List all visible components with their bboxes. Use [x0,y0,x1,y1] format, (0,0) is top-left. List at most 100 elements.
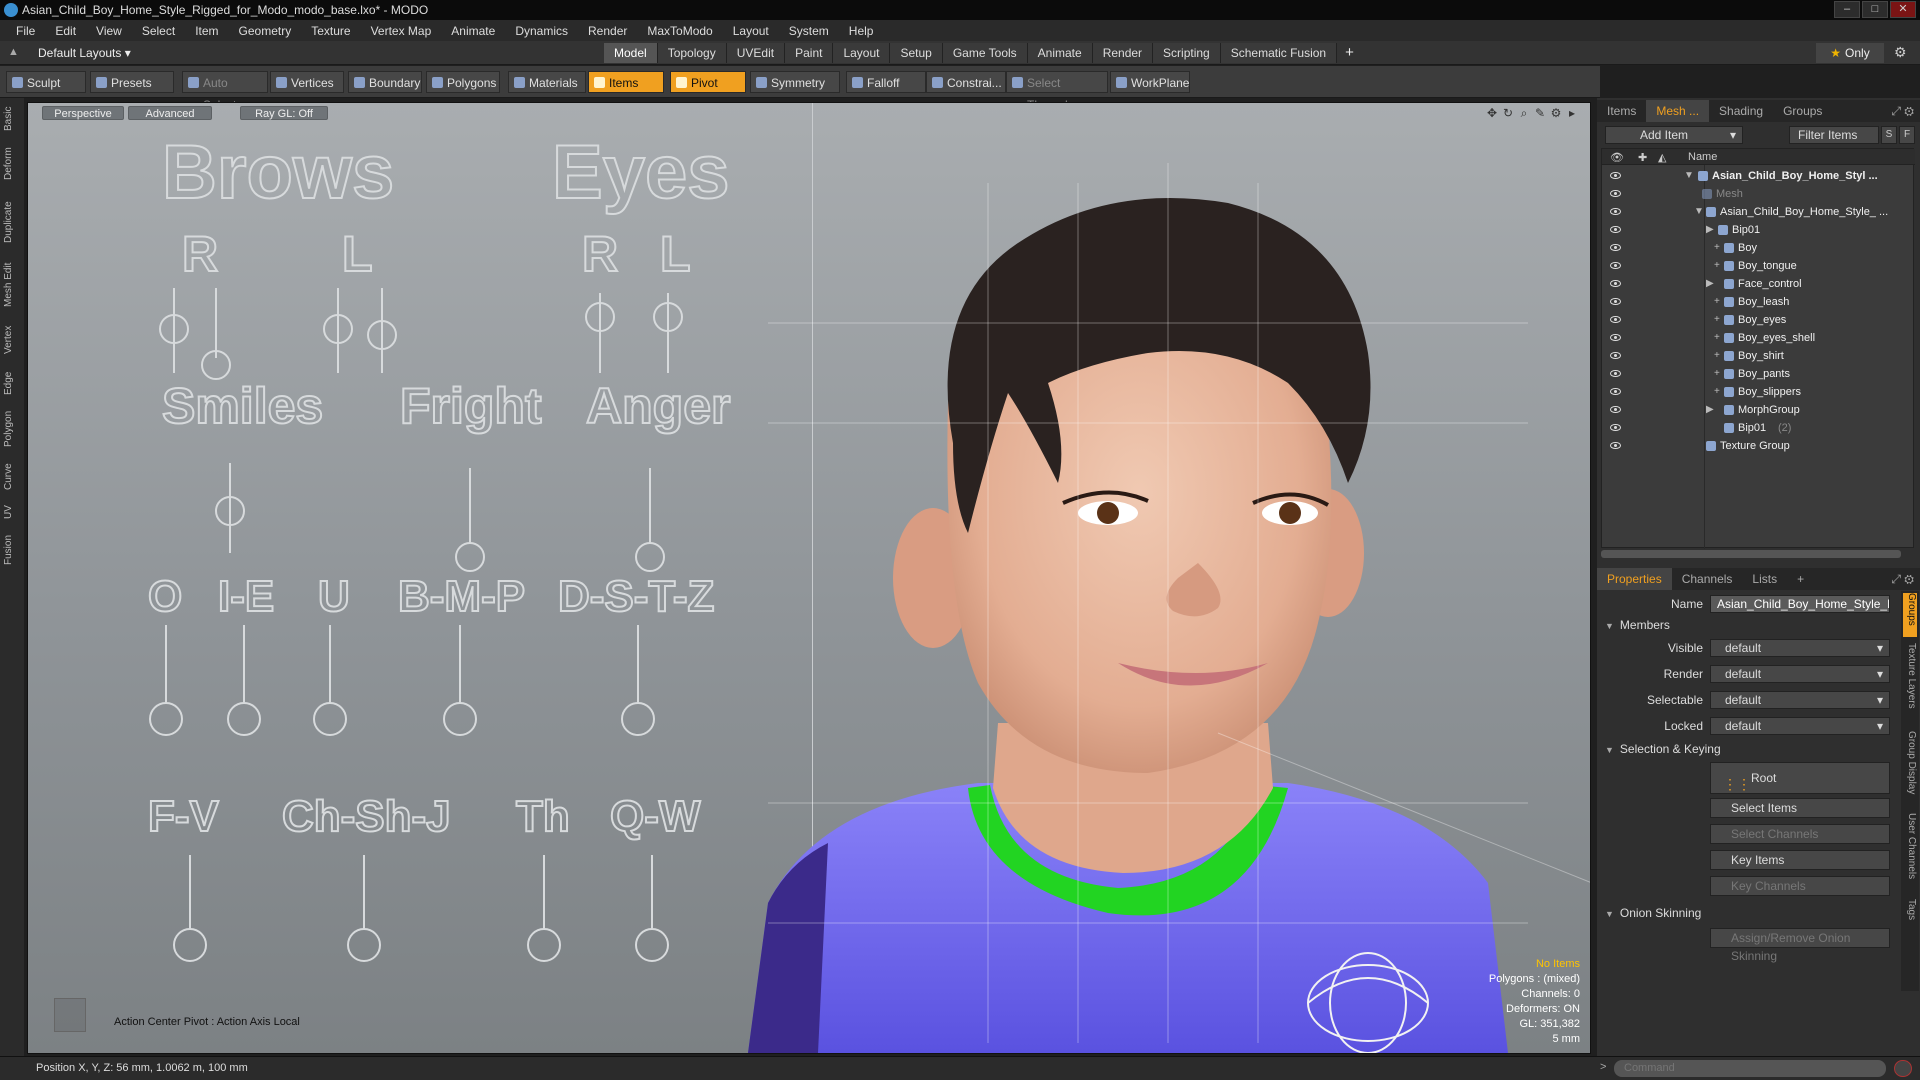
list-item[interactable]: + Boy_leash [1602,293,1915,311]
presets-button[interactable]: Presets [90,71,174,93]
zoom-view-icon[interactable]: ⌕ [1516,106,1532,120]
side-tab-tags[interactable]: Tags [1903,899,1917,929]
only-button[interactable]: ★ Only [1816,43,1884,63]
eye-icon[interactable] [1610,316,1621,323]
list-item[interactable]: + Boy_pants [1602,365,1915,383]
members-section[interactable]: ▼ Members [1605,618,1670,632]
fit-view-icon[interactable]: ✎ [1532,106,1548,120]
panel-options-icon[interactable]: ⤢ ⚙ [1891,572,1920,587]
select-items-button[interactable]: Select Items [1710,798,1890,818]
list-item[interactable]: ▶ Face_control [1602,275,1915,293]
tab-shading[interactable]: Shading [1709,100,1773,122]
s-button[interactable]: S [1881,126,1897,144]
list-item[interactable]: ▶ MorphGroup [1602,401,1915,419]
menu-layout[interactable]: Layout [723,24,779,38]
materials-button[interactable]: Materials [508,71,586,93]
expand-icon[interactable]: ▶ [1706,275,1716,293]
close-button[interactable]: ✕ [1890,1,1916,18]
side-tab-texture-layers[interactable]: Texture Layers [1903,643,1917,723]
list-item[interactable]: Texture Group [1602,437,1915,455]
minimize-button[interactable]: – [1834,1,1860,18]
tab-mesh[interactable]: Mesh ... [1646,100,1710,122]
constrain-button[interactable]: Constrai... [926,71,1006,93]
list-item[interactable]: + Boy_eyes [1602,311,1915,329]
collapse-icon[interactable]: ▼ [1694,203,1704,221]
menu-dynamics[interactable]: Dynamics [505,24,578,38]
tab-topology[interactable]: Topology [657,43,727,63]
menu-geometry[interactable]: Geometry [229,24,302,38]
pivot-button[interactable]: Pivot [670,71,746,93]
tab-items[interactable]: Items [1597,100,1646,122]
tab-curve[interactable]: Curve [3,460,21,494]
f-button[interactable]: F [1899,126,1915,144]
select-through-button[interactable]: Select Through [1006,71,1108,112]
viewport-gear-icon[interactable]: ⚙ [1548,106,1564,120]
collapse-icon[interactable]: ▼ [1684,167,1694,185]
onion-skinning-section[interactable]: ▼ Onion Skinning [1605,906,1701,920]
tab-uv[interactable]: UV [3,502,21,522]
menu-vertex-map[interactable]: Vertex Map [361,24,442,38]
tab-render[interactable]: Render [1092,43,1154,63]
menu-file[interactable]: File [6,24,45,38]
eye-icon[interactable] [1610,244,1621,251]
expand-icon[interactable]: + [1714,311,1724,329]
gear-icon[interactable]: ⚙ [1894,44,1907,61]
polygons-button[interactable]: Polygons [426,71,500,93]
eye-icon[interactable] [1610,388,1621,395]
add-tab-icon[interactable]: + [1787,568,1814,590]
add-tab-icon[interactable]: + [1337,43,1362,63]
horizontal-scrollbar[interactable] [1601,550,1901,558]
expand-icon[interactable]: + [1714,293,1724,311]
tab-polygon[interactable]: Polygon [3,406,21,452]
list-item[interactable]: + Boy_slippers [1602,383,1915,401]
expand-icon[interactable]: + [1714,239,1724,257]
tab-layout[interactable]: Layout [833,43,891,63]
list-item[interactable]: ▼ Asian_Child_Boy_Home_Style_ ... [1602,203,1915,221]
maximize-button[interactable]: □ [1862,1,1888,18]
locked-dropdown[interactable]: default ▾ [1710,717,1890,735]
eye-icon[interactable] [1610,190,1621,197]
tab-lists[interactable]: Lists [1742,568,1787,590]
command-input[interactable] [1614,1060,1886,1077]
visible-dropdown[interactable]: default ▾ [1710,639,1890,657]
boundary-button[interactable]: Boundary [348,71,422,93]
side-tab-group-display[interactable]: Group Display [1903,731,1917,807]
expand-icon[interactable]: + [1714,257,1724,275]
tab-schematic-fusion[interactable]: Schematic Fusion [1220,43,1338,63]
tab-basic[interactable]: Basic [3,104,21,134]
vertices-button[interactable]: Vertices [270,71,344,93]
expand-icon[interactable]: ▶ [1706,221,1716,239]
list-item[interactable]: + Boy [1602,239,1915,257]
menu-system[interactable]: System [779,24,839,38]
eye-icon[interactable] [1610,280,1621,287]
eye-icon[interactable] [1610,208,1621,215]
expand-icon[interactable]: + [1714,383,1724,401]
tab-duplicate[interactable]: Duplicate [3,194,21,250]
rotate-view-icon[interactable]: ↻ [1500,106,1516,120]
3d-viewport[interactable]: Perspective Advanced Ray GL: Off ✥ ↻ ⌕ ✎… [27,102,1591,1054]
tab-fusion[interactable]: Fusion [3,530,21,570]
tab-channels[interactable]: Channels [1672,568,1743,590]
menu-view[interactable]: View [86,24,132,38]
root-button[interactable]: ⋮⋮ Root [1710,762,1890,794]
menu-animate[interactable]: Animate [441,24,505,38]
command-history-button[interactable] [1894,1060,1912,1077]
sculpt-button[interactable]: Sculpt [6,71,86,93]
symmetry-button[interactable]: Symmetry [750,71,840,93]
tab-properties[interactable]: Properties [1597,568,1672,590]
viewport-expand-icon[interactable]: ▸ [1564,106,1580,120]
side-tab-user-channels[interactable]: User Channels [1903,813,1917,893]
auto-select-button[interactable]: Auto Select [182,71,268,112]
workplane-button[interactable]: WorkPlane [1110,71,1190,93]
menu-edit[interactable]: Edit [45,24,86,38]
side-tab-groups[interactable]: Groups [1903,593,1917,637]
eye-icon[interactable] [1610,172,1621,179]
list-item[interactable]: Bip01 (2) [1602,419,1915,437]
tab-scripting[interactable]: Scripting [1153,43,1221,63]
tab-animate[interactable]: Animate [1027,43,1093,63]
name-field[interactable]: Asian_Child_Boy_Home_Style_Rigg [1710,595,1890,613]
expand-icon[interactable]: + [1714,329,1724,347]
select-channels-button[interactable]: Select Channels [1710,824,1890,844]
key-channels-button[interactable]: Key Channels [1710,876,1890,896]
menu-help[interactable]: Help [839,24,884,38]
